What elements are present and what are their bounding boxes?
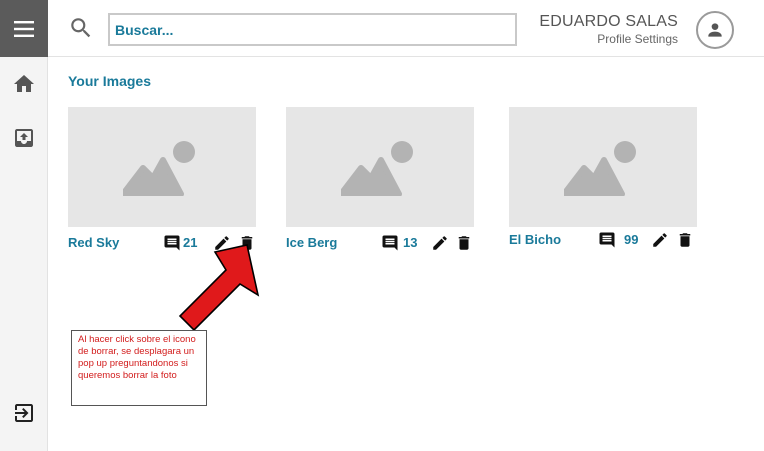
comment-icon xyxy=(599,232,615,248)
menu-icon xyxy=(14,20,34,37)
edit-button[interactable] xyxy=(651,231,669,249)
upload-icon xyxy=(15,129,33,147)
menu-button[interactable] xyxy=(0,0,48,57)
image-placeholder-icon xyxy=(123,141,195,196)
annotation-arrow xyxy=(178,244,260,332)
image-title[interactable]: Red Sky xyxy=(68,235,119,250)
user-icon xyxy=(708,23,722,37)
search-input[interactable] xyxy=(108,13,517,46)
home-icon xyxy=(14,75,34,92)
annotation-note: Al hacer click sobre el icono de borrar,… xyxy=(71,330,207,406)
trash-icon xyxy=(458,236,470,250)
comment-icon xyxy=(382,235,398,251)
trash-icon xyxy=(679,233,691,247)
logout-icon xyxy=(15,404,33,422)
image-placeholder-icon xyxy=(564,141,636,196)
image-thumbnail[interactable] xyxy=(286,107,474,227)
image-title[interactable]: El Bicho xyxy=(509,232,561,247)
image-card: Red Sky 21 xyxy=(68,107,258,255)
delete-button[interactable] xyxy=(455,234,473,252)
header: EDUARDO SALAS Profile Settings xyxy=(48,0,764,57)
home-button[interactable] xyxy=(12,72,36,96)
comments-button[interactable] xyxy=(381,234,399,252)
avatar[interactable] xyxy=(696,11,734,49)
image-thumbnail[interactable] xyxy=(68,107,256,227)
search-button[interactable] xyxy=(68,15,94,41)
upload-button[interactable] xyxy=(12,126,36,150)
edit-button[interactable] xyxy=(431,234,449,252)
image-thumbnail[interactable] xyxy=(509,107,697,227)
comment-count[interactable]: 99 xyxy=(624,232,638,247)
sidebar xyxy=(0,0,48,451)
comments-button[interactable] xyxy=(598,231,616,249)
comment-count[interactable]: 13 xyxy=(403,235,417,250)
image-placeholder-icon xyxy=(341,141,413,196)
image-card: El Bicho 99 xyxy=(509,107,699,252)
search-icon xyxy=(71,18,91,38)
page-title: Your Images xyxy=(68,73,151,89)
user-name: EDUARDO SALAS xyxy=(539,13,678,30)
logout-button[interactable] xyxy=(12,401,36,425)
image-title[interactable]: Ice Berg xyxy=(286,235,337,250)
delete-button[interactable] xyxy=(676,231,694,249)
image-card: Ice Berg 13 xyxy=(286,107,476,255)
pencil-icon xyxy=(433,236,447,250)
pencil-icon xyxy=(653,233,667,247)
profile-settings-link[interactable]: Profile Settings xyxy=(597,32,678,46)
